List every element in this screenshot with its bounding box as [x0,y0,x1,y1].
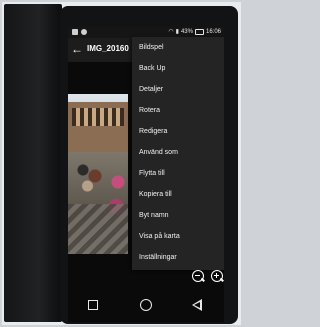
notification-icons [72,29,87,35]
notification-icon [81,29,87,35]
recents-square-icon[interactable] [88,300,98,310]
wifi-icon: ◠ [168,29,174,35]
menu-item-show-on-map[interactable]: Visa på karta [132,226,224,247]
status-right: ◠ ▮ 43% 16:06 [168,28,221,35]
overflow-menu: Bildspel Back Up Detaljer Rotera Rediger… [132,37,224,270]
phone-case [4,4,62,322]
menu-item-back-up[interactable]: Back Up [132,58,224,79]
phone-screen: ◠ ▮ 43% 16:06 ← IMG_20160 Bildspel Back … [68,27,224,289]
signal-icon: ▮ [175,29,179,35]
battery-percent: 43% [180,28,193,35]
menu-item-move-to[interactable]: Flytta till [132,163,224,184]
menu-item-use-as[interactable]: Använd som [132,142,224,163]
photo-preview[interactable] [68,94,128,254]
home-circle-icon[interactable] [140,299,152,311]
menu-item-copy-to[interactable]: Kopiera till [132,184,224,205]
navigation-bar [68,289,224,322]
zoom-in-icon[interactable] [211,270,223,282]
menu-item-slideshow[interactable]: Bildspel [132,37,224,58]
zoom-out-icon[interactable] [192,270,204,282]
battery-icon [194,28,204,35]
page-title: IMG_20160 [87,44,129,53]
menu-item-edit[interactable]: Redigera [132,121,224,142]
arrow-left-icon[interactable]: ← [71,42,83,56]
menu-item-rotate[interactable]: Rotera [132,100,224,121]
menu-item-details[interactable]: Detaljer [132,79,224,100]
back-triangle-icon[interactable] [192,299,202,311]
notification-icon [72,29,78,35]
menu-item-rename[interactable]: Byt namn [132,205,224,226]
clock: 16:06 [205,28,221,35]
menu-item-settings[interactable]: Inställningar [132,247,224,268]
